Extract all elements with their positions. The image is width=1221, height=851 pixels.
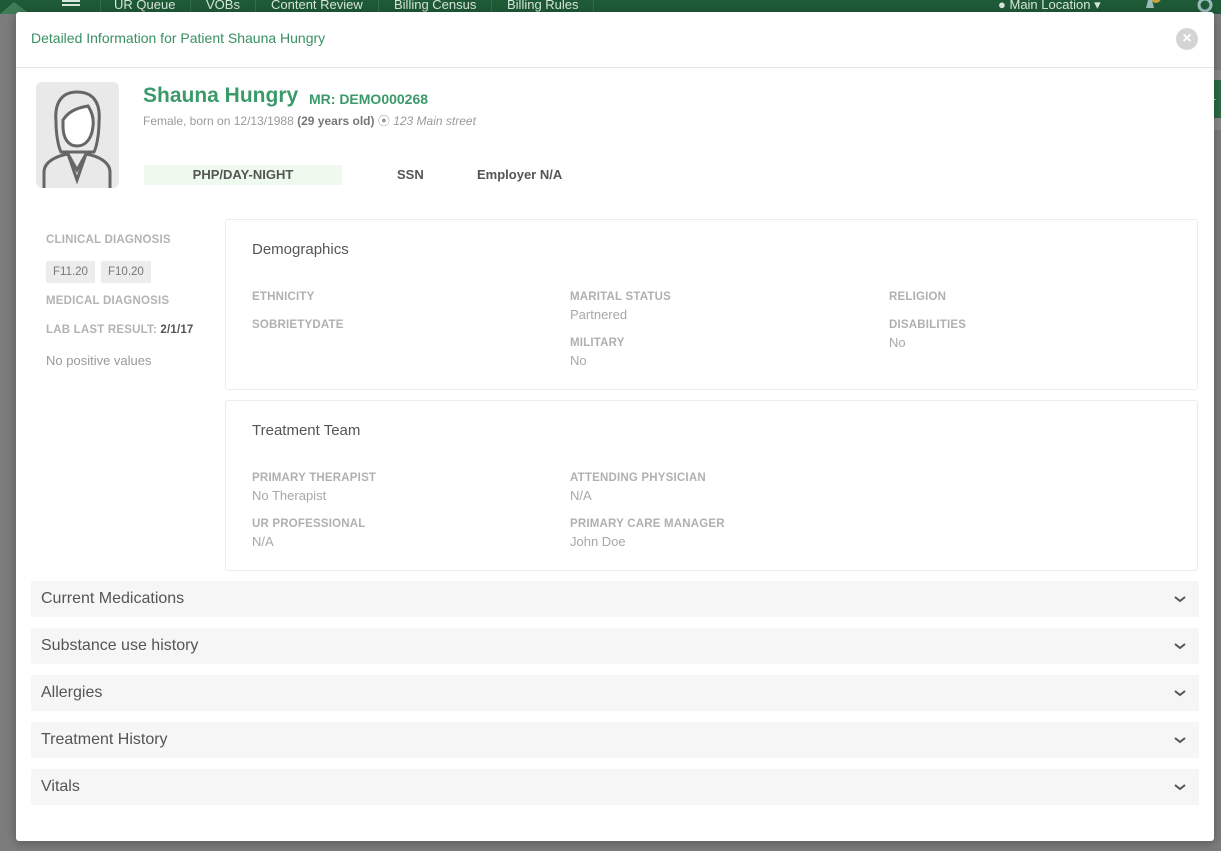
- lab-last-result-value: 2/1/17: [160, 324, 194, 336]
- attending-physician-label: ATTENDING PHYSICIAN: [570, 472, 706, 484]
- nav-billing-rules[interactable]: Billing Rules: [507, 0, 579, 12]
- map-pin-icon: ●: [998, 0, 1006, 12]
- disabilities-value: No: [889, 335, 906, 350]
- patient-detail-modal: Detailed Information for Patient Shauna …: [16, 12, 1214, 841]
- avatar: [36, 82, 119, 188]
- primary-therapist-value: No Therapist: [252, 488, 327, 503]
- ur-professional-value: N/A: [252, 534, 274, 549]
- accordion-substance-use-history[interactable]: Substance use history: [31, 628, 1199, 664]
- ethnicity-label: ETHNICITY: [252, 291, 315, 303]
- chevron-down-icon: [1174, 596, 1186, 603]
- chevron-down-icon: [1174, 784, 1186, 791]
- medical-diagnosis-label: MEDICAL DIAGNOSIS: [46, 295, 170, 307]
- chevron-down-icon: [1174, 737, 1186, 744]
- program-badge: PHP/DAY-NIGHT: [144, 165, 342, 185]
- military-value: No: [570, 353, 587, 368]
- marital-status-value: Partnered: [570, 307, 628, 322]
- primary-care-manager-value: John Doe: [570, 534, 626, 549]
- primary-therapist-label: PRIMARY THERAPIST: [252, 472, 377, 484]
- patient-address: 123 Main street: [393, 114, 476, 128]
- patient-gender-dob: Female, born on 12/13/1988: [143, 114, 294, 128]
- location-label: Main Location: [1009, 0, 1091, 12]
- bell-icon[interactable]: [1142, 0, 1162, 10]
- accordion-label: Current Medications: [41, 590, 185, 607]
- demographics-card: Demographics ETHNICITY SOBRIETYDATE MARI…: [225, 219, 1198, 390]
- sobriety-date-label: SOBRIETYDATE: [252, 319, 344, 331]
- nav-content-review[interactable]: Content Review: [271, 0, 363, 12]
- female-user-icon: [42, 90, 112, 188]
- accordion-allergies[interactable]: Allergies: [31, 675, 1199, 711]
- close-icon[interactable]: ×: [1176, 28, 1198, 50]
- treatment-team-card: Treatment Team PRIMARY THERAPIST No Ther…: [225, 400, 1198, 571]
- lab-last-result: LAB LAST RESULT: 2/1/17: [46, 324, 194, 336]
- diagnosis-chip: F11.20: [46, 261, 95, 283]
- patient-meta: Female, born on 12/13/1988 (29 years old…: [143, 112, 476, 129]
- patient-age: (29 years old): [297, 114, 375, 128]
- lab-last-result-label: LAB LAST RESULT:: [46, 324, 157, 336]
- accordion-label: Treatment History: [41, 731, 168, 748]
- treatment-team-title: Treatment Team: [252, 422, 361, 439]
- military-label: MILITARY: [570, 337, 625, 349]
- accordion-label: Substance use history: [41, 637, 199, 654]
- disabilities-label: DISABILITIES: [889, 319, 967, 331]
- accordion-label: Allergies: [41, 684, 103, 701]
- attending-physician-value: N/A: [570, 488, 592, 503]
- accordion-current-medications[interactable]: Current Medications: [31, 581, 1199, 617]
- diagnosis-chip: F10.20: [101, 261, 151, 283]
- ur-professional-label: UR PROFESSIONAL: [252, 518, 366, 530]
- patient-name: Shauna Hungry: [143, 84, 299, 107]
- primary-care-manager-label: PRIMARY CARE MANAGER: [570, 518, 725, 530]
- nav-billing-census[interactable]: Billing Census: [394, 0, 476, 12]
- demographics-title: Demographics: [252, 241, 349, 258]
- religion-label: RELIGION: [889, 291, 947, 303]
- chevron-down-icon: [1174, 643, 1186, 650]
- accordion-label: Vitals: [41, 778, 80, 795]
- nav-vobs[interactable]: VOBs: [206, 0, 240, 12]
- accordion-vitals[interactable]: Vitals: [31, 769, 1199, 805]
- ssn-label: SSN: [397, 167, 424, 182]
- chevron-down-icon: [1174, 690, 1186, 697]
- modal-header: Detailed Information for Patient Shauna …: [16, 12, 1214, 68]
- clinical-diagnosis-label: CLINICAL DIAGNOSIS: [46, 234, 171, 246]
- map-marker-icon: ⦿: [377, 114, 390, 128]
- hamburger-menu-icon[interactable]: [62, 0, 82, 10]
- modal-title: Detailed Information for Patient Shauna …: [31, 30, 326, 46]
- nav-ur-queue[interactable]: UR Queue: [114, 0, 175, 12]
- accordion-treatment-history[interactable]: Treatment History: [31, 722, 1199, 758]
- marital-status-label: MARITAL STATUS: [570, 291, 671, 303]
- lab-note: No positive values: [46, 353, 152, 368]
- caret-down-icon: ▾: [1094, 0, 1101, 12]
- medical-record-number: MR: DEMO000268: [309, 91, 429, 107]
- employer-label: Employer N/A: [477, 167, 563, 182]
